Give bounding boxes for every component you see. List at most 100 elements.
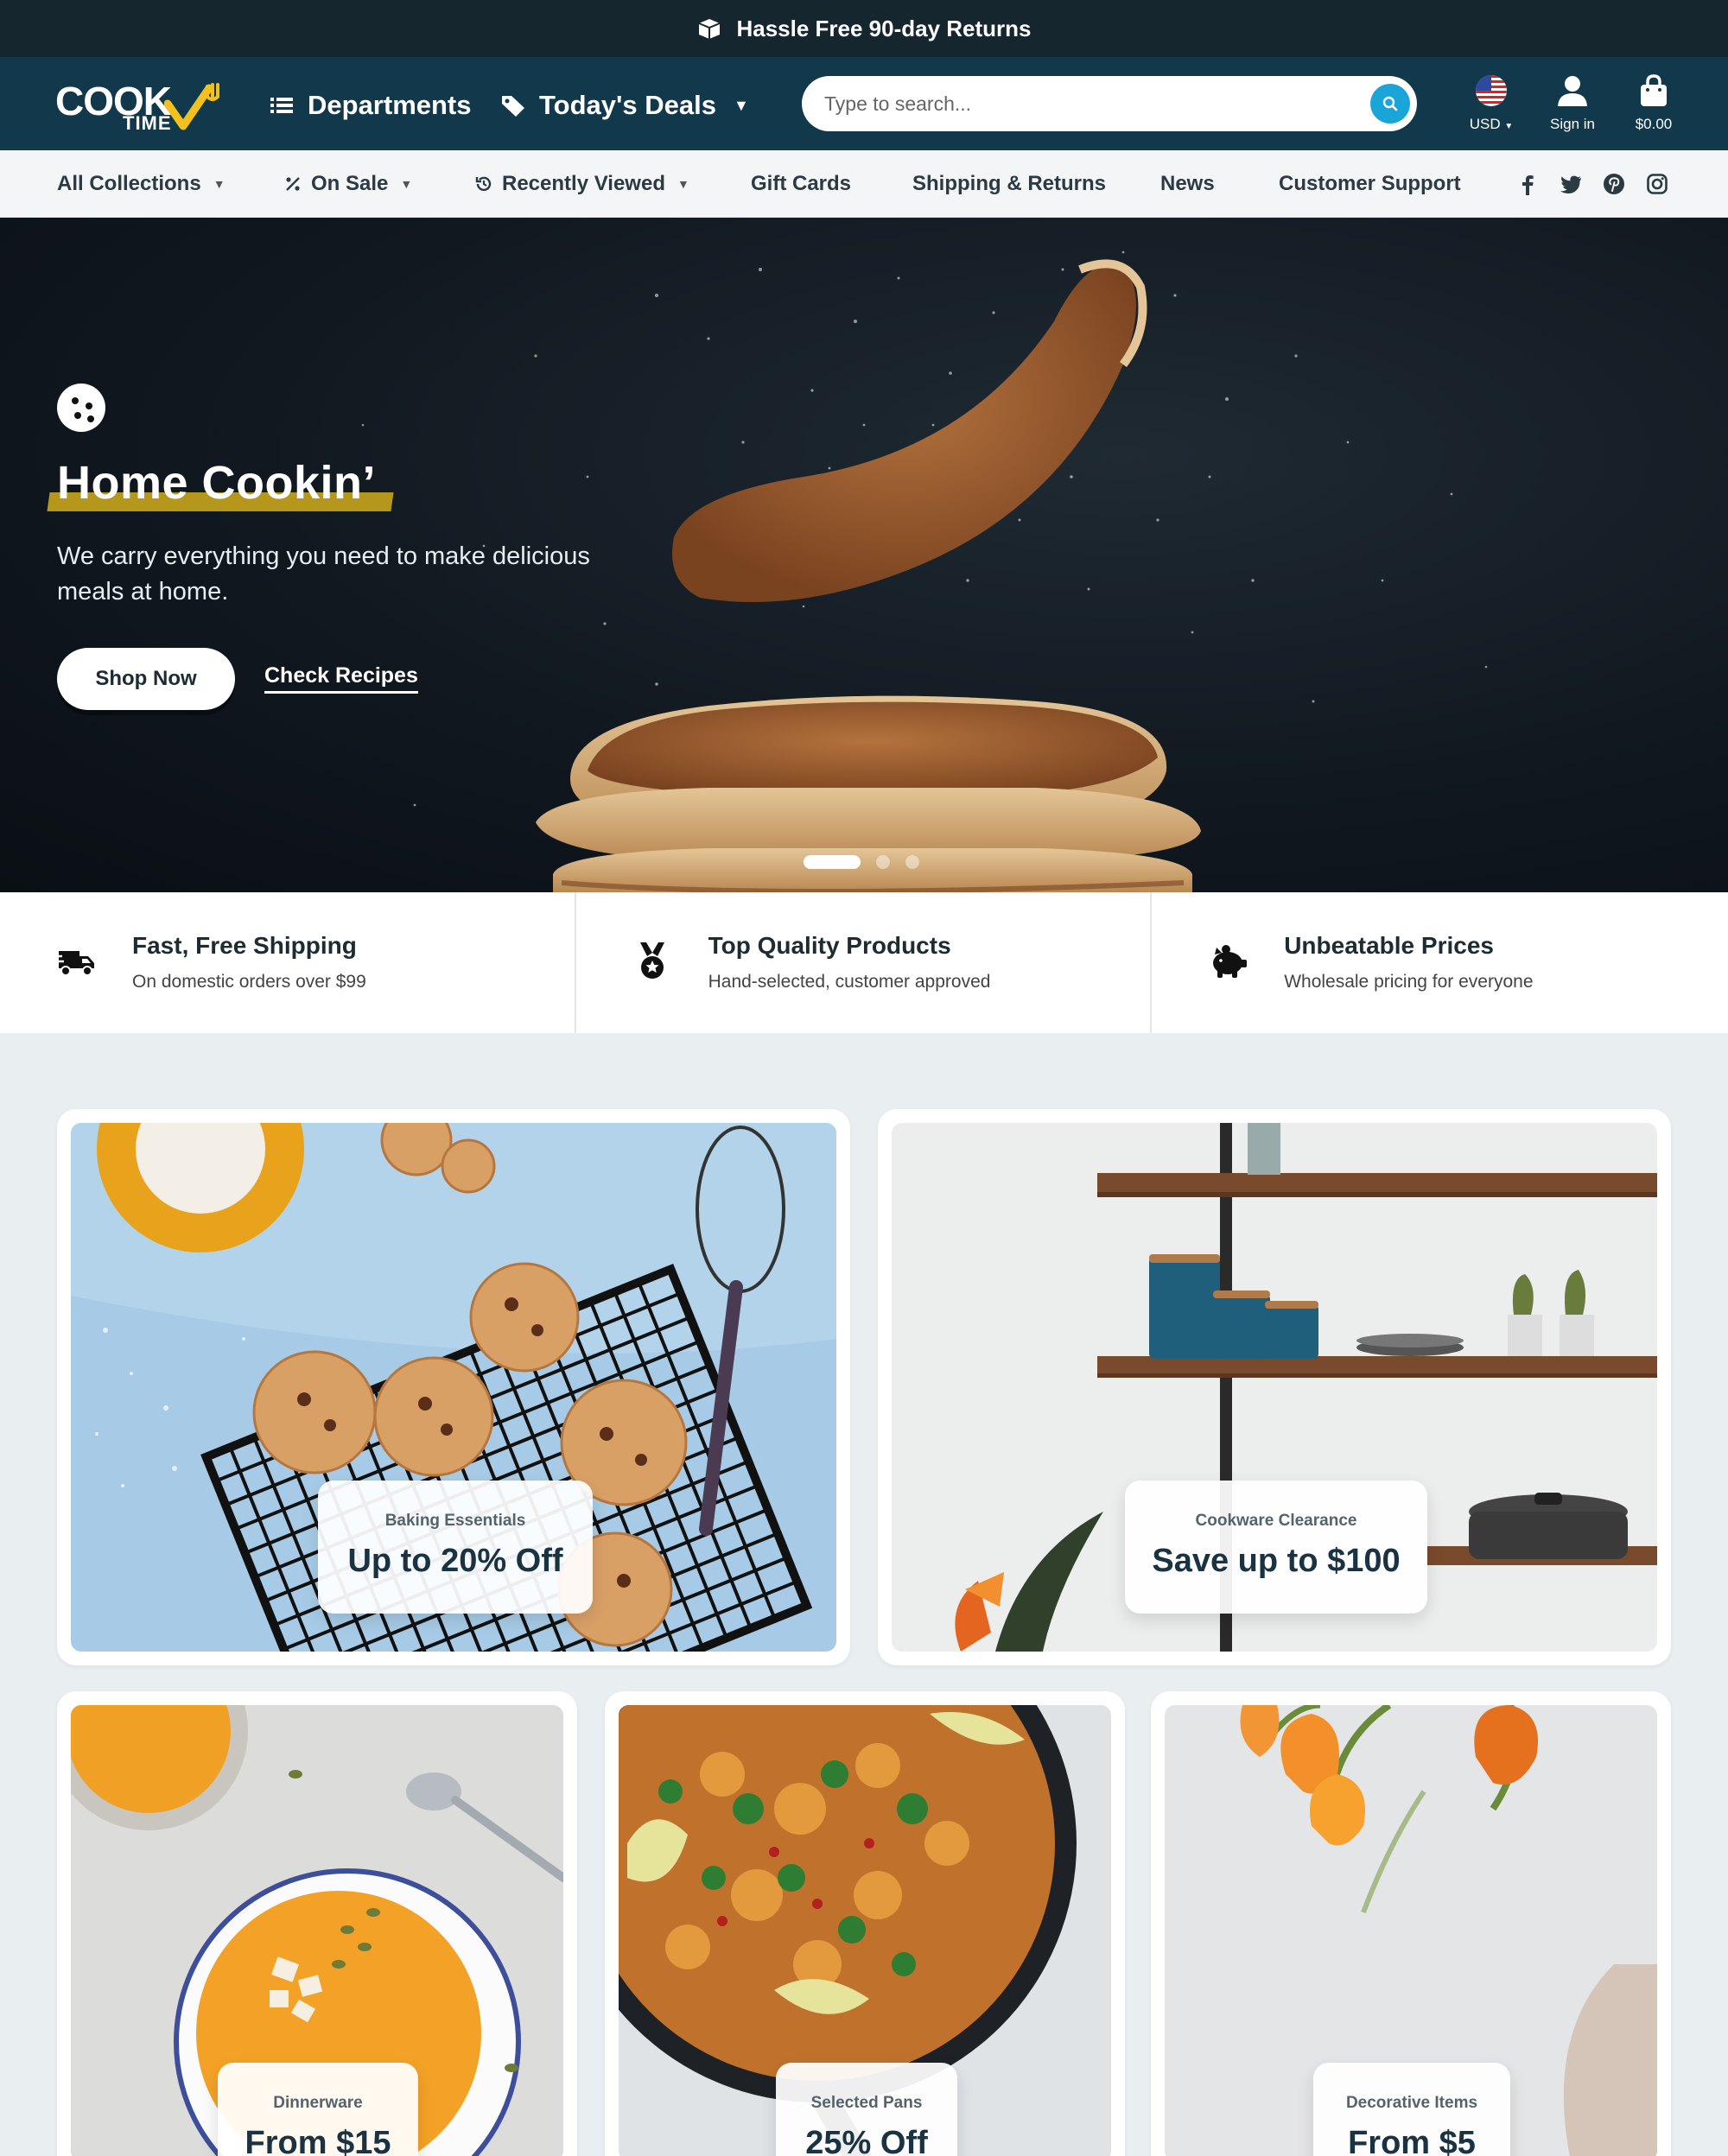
promo-image-cookware: Cookware Clearance Save up to $100 xyxy=(892,1123,1657,1652)
feature-shipping-title: Fast, Free Shipping xyxy=(132,932,357,959)
feature-shipping-subtitle: On domestic orders over $99 xyxy=(132,972,366,992)
promo-card-decorative[interactable]: Decorative Items From $5 xyxy=(1151,1691,1671,2156)
promo-image-baking: Baking Essentials Up to 20% Off xyxy=(71,1123,836,1652)
nav-news[interactable]: News xyxy=(1160,150,1215,218)
nav-recently-viewed-label: Recently Viewed xyxy=(502,172,665,195)
facebook-icon[interactable] xyxy=(1515,172,1540,196)
promo-category-dinnerware: Dinnerware xyxy=(273,2094,363,2112)
announcement-bar: Hassle Free 90-day Returns xyxy=(0,0,1728,57)
feature-prices: Unbeatable Prices Wholesale pricing for … xyxy=(1152,892,1728,1033)
hero-banner: Home Cookin’ We carry everything you nee… xyxy=(0,218,1728,892)
shopping-bag-icon xyxy=(1641,74,1667,106)
history-icon xyxy=(475,176,492,192)
check-recipes-link[interactable]: Check Recipes xyxy=(264,663,418,694)
feature-prices-title: Unbeatable Prices xyxy=(1284,932,1494,959)
feature-shipping: Fast, Free Shipping On domestic orders o… xyxy=(0,892,576,1033)
carousel-dot-3[interactable] xyxy=(905,855,919,869)
sign-in-button[interactable]: Sign in xyxy=(1529,71,1616,133)
secondary-nav: All Collections ▼ On Sale ▼ Recently Viewe… xyxy=(0,150,1728,218)
announcement-text: Hassle Free 90-day Returns xyxy=(736,15,1032,41)
currency-selector[interactable]: USD ▼ xyxy=(1448,71,1534,133)
hero-description: We carry everything you need to make del… xyxy=(57,542,590,606)
search-icon xyxy=(1382,96,1398,111)
instagram-icon[interactable] xyxy=(1645,172,1669,196)
chevron-down-icon: ▼ xyxy=(733,96,749,114)
hero-title: Home Cookin’ xyxy=(57,457,377,509)
promo-card-dinnerware[interactable]: Dinnerware From $15 xyxy=(57,1691,577,2156)
percent-icon xyxy=(286,177,300,191)
social-links xyxy=(1515,150,1669,218)
todays-deals-label: Today's Deals xyxy=(539,90,716,120)
nav-all-collections-label: All Collections xyxy=(57,172,201,195)
carousel-dot-2[interactable] xyxy=(876,855,890,869)
promo-tag-dinnerware: Dinnerware From $15 xyxy=(218,2063,418,2156)
promo-offer-dinnerware: From $15 xyxy=(245,2125,391,2156)
twitter-icon[interactable] xyxy=(1559,172,1583,196)
delivery-truck-icon xyxy=(54,951,94,976)
caret-down-icon: ▼ xyxy=(1504,122,1514,131)
promo-offer-cookware: Save up to $100 xyxy=(1152,1543,1401,1579)
promo-category-pans: Selected Pans xyxy=(810,2094,923,2112)
caret-down-icon: ▼ xyxy=(400,177,413,191)
promo-image-pans: Selected Pans 25% Off xyxy=(619,1705,1111,2156)
promo-category-baking: Baking Essentials xyxy=(384,1512,526,1530)
feature-quality: Top Quality Products Hand-selected, cust… xyxy=(576,892,1153,1033)
nav-shipping-returns-label: Shipping & Returns xyxy=(912,172,1106,195)
piggy-bank-icon xyxy=(1213,945,1248,978)
caret-down-icon: ▼ xyxy=(677,177,689,191)
medal-icon xyxy=(639,942,664,979)
nav-gift-cards-label: Gift Cards xyxy=(751,172,852,195)
departments-label: Departments xyxy=(308,90,472,120)
nav-all-collections[interactable]: All Collections ▼ xyxy=(57,150,226,218)
promo-offer-decorative: From $5 xyxy=(1348,2125,1476,2156)
promo-card-pans[interactable]: Selected Pans 25% Off xyxy=(605,1691,1125,2156)
sign-in-label: Sign in xyxy=(1550,116,1595,132)
promo-offer-pans: 25% Off xyxy=(805,2125,928,2156)
promo-category-decorative: Decorative Items xyxy=(1345,2094,1478,2112)
promo-tag-cookware: Cookware Clearance Save up to $100 xyxy=(1125,1481,1427,1614)
promo-card-baking[interactable]: Baking Essentials Up to 20% Off xyxy=(57,1109,850,1665)
cart-button[interactable]: $0.00 xyxy=(1610,71,1697,133)
nav-news-label: News xyxy=(1160,172,1215,195)
shop-now-button[interactable]: Shop Now xyxy=(57,648,235,710)
us-flag-icon xyxy=(1476,75,1507,106)
search-button[interactable] xyxy=(1370,84,1410,124)
promo-card-cookware[interactable]: Cookware Clearance Save up to $100 xyxy=(878,1109,1671,1665)
currency-label: USD xyxy=(1469,116,1501,132)
caret-down-icon: ▼ xyxy=(213,177,226,191)
nav-on-sale-label: On Sale xyxy=(311,172,389,195)
promo-tag-decorative: Decorative Items From $5 xyxy=(1313,2063,1510,2156)
promo-category-cookware: Cookware Clearance xyxy=(1195,1512,1357,1530)
promo-image-dinnerware: Dinnerware From $15 xyxy=(71,1705,563,2156)
box-icon xyxy=(699,19,721,39)
nav-on-sale[interactable]: On Sale ▼ xyxy=(283,150,412,218)
promo-tag-baking: Baking Essentials Up to 20% Off xyxy=(318,1481,593,1614)
nav-customer-support-label: Customer Support xyxy=(1279,172,1461,195)
feature-quality-subtitle: Hand-selected, customer approved xyxy=(708,972,991,992)
promo-offer-baking: Up to 20% Off xyxy=(347,1543,563,1579)
user-icon xyxy=(1558,76,1587,106)
promo-image-decorative: Decorative Items From $5 xyxy=(1165,1705,1657,2156)
search-bar xyxy=(802,76,1417,131)
feature-quality-title: Top Quality Products xyxy=(708,932,951,959)
nav-recently-viewed[interactable]: Recently Viewed ▼ xyxy=(474,150,689,218)
site-header: COOK TIME Departments Today's Deals ▼ Ty… xyxy=(0,57,1728,150)
nav-customer-support[interactable]: Customer Support xyxy=(1279,150,1461,218)
promo-tag-pans: Selected Pans 25% Off xyxy=(776,2063,957,2156)
features-bar: Fast, Free Shipping On domestic orders o… xyxy=(0,892,1728,1033)
nav-shipping-returns[interactable]: Shipping & Returns xyxy=(912,150,1106,218)
pinterest-icon[interactable] xyxy=(1602,172,1626,196)
price-tag-icon xyxy=(502,96,524,117)
nav-gift-cards[interactable]: Gift Cards xyxy=(751,150,851,218)
list-icon xyxy=(270,98,293,113)
feature-prices-subtitle: Wholesale pricing for everyone xyxy=(1284,972,1534,992)
todays-deals-menu[interactable]: Today's Deals ▼ xyxy=(499,90,749,121)
cart-total: $0.00 xyxy=(1635,116,1673,132)
carousel-dot-1[interactable] xyxy=(804,855,861,869)
cookie-icon xyxy=(57,384,105,432)
checkmark-fork-icon xyxy=(164,83,219,130)
search-input[interactable] xyxy=(824,76,1343,131)
logo[interactable]: COOK TIME xyxy=(55,78,237,134)
departments-menu[interactable]: Departments xyxy=(268,90,472,121)
carousel-pagination xyxy=(804,855,919,869)
